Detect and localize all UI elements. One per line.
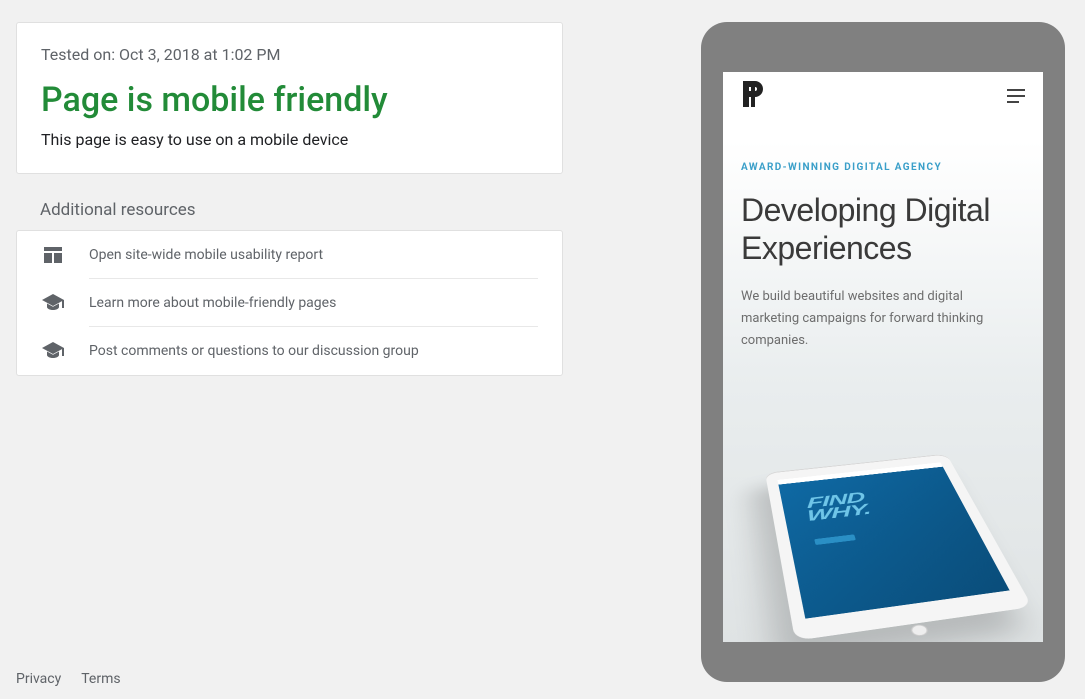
preview-description: We build beautiful websites and digital … bbox=[741, 286, 1001, 352]
result-card: Tested on: Oct 3, 2018 at 1:02 PM Page i… bbox=[16, 22, 563, 174]
resources-card: Open site-wide mobile usability report L… bbox=[16, 230, 563, 376]
mobile-preview-screen: AWARD-WINNING DIGITAL AGENCY Developing … bbox=[723, 72, 1043, 642]
resource-post-comments[interactable]: Post comments or questions to our discus… bbox=[17, 327, 562, 375]
tablet-headline: FINDWHY. bbox=[807, 490, 871, 522]
tablet-home-button-icon bbox=[909, 624, 929, 637]
resource-label: Learn more about mobile-friendly pages bbox=[89, 279, 538, 327]
resources-section-label: Additional resources bbox=[40, 200, 590, 220]
privacy-link[interactable]: Privacy bbox=[16, 671, 61, 687]
result-headline: Page is mobile friendly bbox=[41, 80, 538, 120]
footer: Privacy Terms bbox=[16, 671, 121, 687]
resource-label: Open site-wide mobile usability report bbox=[89, 231, 538, 279]
preview-site-header bbox=[723, 72, 1043, 120]
web-layout-icon bbox=[41, 243, 65, 267]
result-subtext: This page is easy to use on a mobile dev… bbox=[41, 130, 538, 149]
tablet-screen: FINDWHY. bbox=[777, 462, 1009, 618]
tested-on-label: Tested on: Oct 3, 2018 at 1:02 PM bbox=[41, 45, 538, 64]
resource-usability-report[interactable]: Open site-wide mobile usability report bbox=[17, 231, 562, 279]
resource-learn-more[interactable]: Learn more about mobile-friendly pages bbox=[17, 279, 562, 327]
tablet-cta-button bbox=[814, 534, 856, 545]
preview-eyebrow: AWARD-WINNING DIGITAL AGENCY bbox=[741, 162, 1025, 173]
resource-label: Post comments or questions to our discus… bbox=[89, 327, 538, 375]
mobile-preview-frame: AWARD-WINNING DIGITAL AGENCY Developing … bbox=[701, 22, 1065, 682]
site-logo-icon bbox=[741, 79, 767, 113]
scholar-icon bbox=[41, 291, 65, 315]
terms-link[interactable]: Terms bbox=[81, 671, 120, 687]
hamburger-menu-icon bbox=[1007, 89, 1025, 103]
preview-title: Developing Digital Experiences bbox=[741, 191, 1025, 268]
tablet-mockup: FINDWHY. bbox=[765, 454, 1032, 641]
scholar-icon bbox=[41, 339, 65, 363]
